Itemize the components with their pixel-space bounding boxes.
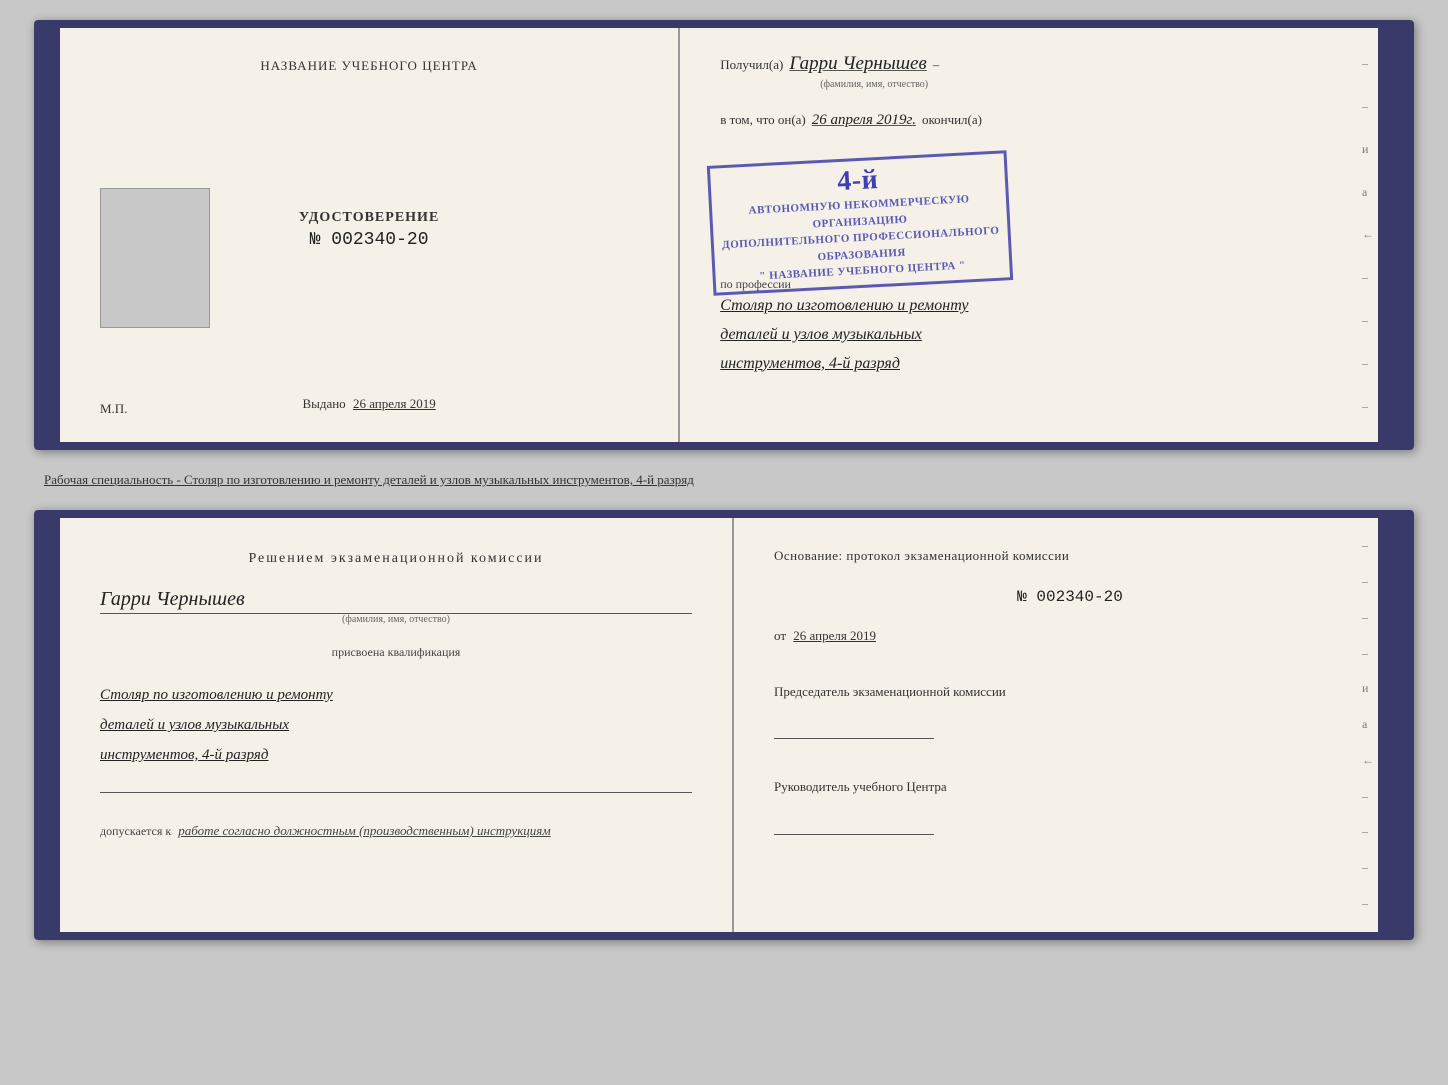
- ruk-signature-line: [774, 805, 934, 835]
- vtom-row: в том, что он(а) 26 апреля 2019г. окончи…: [720, 112, 1366, 129]
- mp-label: М.П.: [100, 401, 127, 417]
- ruk-title: Руководитель учебного Центра: [774, 777, 1366, 797]
- stamp-big-number: 4-й: [837, 165, 880, 198]
- prisvоена-label: присвоена квалификация: [100, 645, 692, 660]
- separator-text: Рабочая специальность - Столяр по изгото…: [34, 466, 1414, 494]
- vydano-date: 26 апреля 2019: [353, 396, 436, 411]
- school-name-header: НАЗВАНИЕ УЧЕБНОГО ЦЕНТРА: [260, 58, 477, 74]
- chairman-signature-line: [774, 709, 934, 739]
- poluchil-label: Получил(а): [720, 57, 783, 73]
- top-document-book: НАЗВАНИЕ УЧЕБНОГО ЦЕНТРА УДОСТОВЕРЕНИЕ №…: [34, 20, 1414, 450]
- ot-date: 26 апреля 2019: [793, 628, 876, 643]
- chairman-section: Председатель экзаменационной комиссии: [774, 682, 1366, 740]
- stamp-overlay: 4-й АВТОНОМНУЮ НЕКОММЕРЧЕСКУЮ ОРГАНИЗАЦИ…: [707, 150, 1013, 296]
- poluchil-row: Получил(а) Гарри Чернышев –: [720, 53, 1366, 75]
- book-spine-left2: [42, 518, 60, 932]
- name-subtitle: (фамилия, имя, отчество): [820, 79, 1366, 90]
- bottom-document-book: Решением экзаменационной комиссии Гарри …: [34, 510, 1414, 940]
- ruk-section: Руководитель учебного Центра: [774, 777, 1366, 835]
- ot-line: от 26 апреля 2019: [774, 628, 1366, 644]
- top-left-page: НАЗВАНИЕ УЧЕБНОГО ЦЕНТРА УДОСТОВЕРЕНИЕ №…: [60, 28, 680, 442]
- top-right-page: Получил(а) Гарри Чернышев – (фамилия, им…: [680, 28, 1406, 442]
- resheniem-title: Решением экзаменационной комиссии: [100, 548, 692, 570]
- vtom-date: 26 апреля 2019г.: [812, 112, 916, 129]
- prof-line1-bottom: Столяр по изготовлению и ремонту: [100, 680, 692, 710]
- name-sub-bottom: (фамилия, имя, отчество): [100, 614, 692, 625]
- vtom-label: в том, что он(а): [720, 112, 806, 128]
- dopuskaetsya-label: допускается к: [100, 824, 171, 838]
- profession-block-bottom: Столяр по изготовлению и ремонту деталей…: [100, 680, 692, 770]
- vydano-label: Выдано: [302, 396, 345, 411]
- profession-line2: деталей и узлов музыкальных: [720, 321, 1366, 350]
- right-dashes2: ––––иа←––––: [1362, 518, 1374, 932]
- profession-block: Столяр по изготовлению и ремонту деталей…: [720, 292, 1366, 378]
- udost-number: № 002340-20: [299, 230, 439, 250]
- profession-line1: Столяр по изготовлению и ремонту: [720, 292, 1366, 321]
- udost-section: УДОСТОВЕРЕНИЕ № 002340-20: [299, 210, 439, 250]
- vydano-line: Выдано 26 апреля 2019: [302, 396, 435, 412]
- right-dashes: ––иа←––––: [1362, 28, 1374, 442]
- osnov-title: Основание: протокол экзаменационной коми…: [774, 548, 1366, 564]
- name-section: Гарри Чернышев (фамилия, имя, отчество): [100, 584, 692, 625]
- bottom-right-page: Основание: протокол экзаменационной коми…: [734, 518, 1406, 932]
- bottom-left-page: Решением экзаменационной комиссии Гарри …: [60, 518, 734, 932]
- ot-label: от: [774, 628, 786, 643]
- recipient-name-bottom: Гарри Чернышев: [100, 588, 692, 614]
- right-decorative-bar: [1378, 28, 1406, 442]
- profession-line3: инструментов, 4-й разряд: [720, 350, 1366, 379]
- prof-line2-bottom: деталей и узлов музыкальных: [100, 710, 692, 740]
- chairman-title: Председатель экзаменационной комиссии: [774, 682, 1366, 702]
- separator-line: [100, 792, 692, 793]
- osnov-number: № 002340-20: [774, 588, 1366, 606]
- prof-line3-bottom: инструментов, 4-й разряд: [100, 740, 692, 770]
- recipient-name: Гарри Чернышев: [789, 53, 926, 75]
- okonchil-label: окончил(а): [922, 112, 982, 128]
- dopuskaetsya-value: работе согласно должностным (производств…: [178, 823, 550, 838]
- right-decorative-bar2: [1378, 518, 1406, 932]
- photo-placeholder: [100, 188, 210, 328]
- dopuskaetsya-section: допускается к работе согласно должностны…: [100, 823, 692, 839]
- book-spine-left: [42, 28, 60, 442]
- udost-title: УДОСТОВЕРЕНИЕ: [299, 210, 439, 226]
